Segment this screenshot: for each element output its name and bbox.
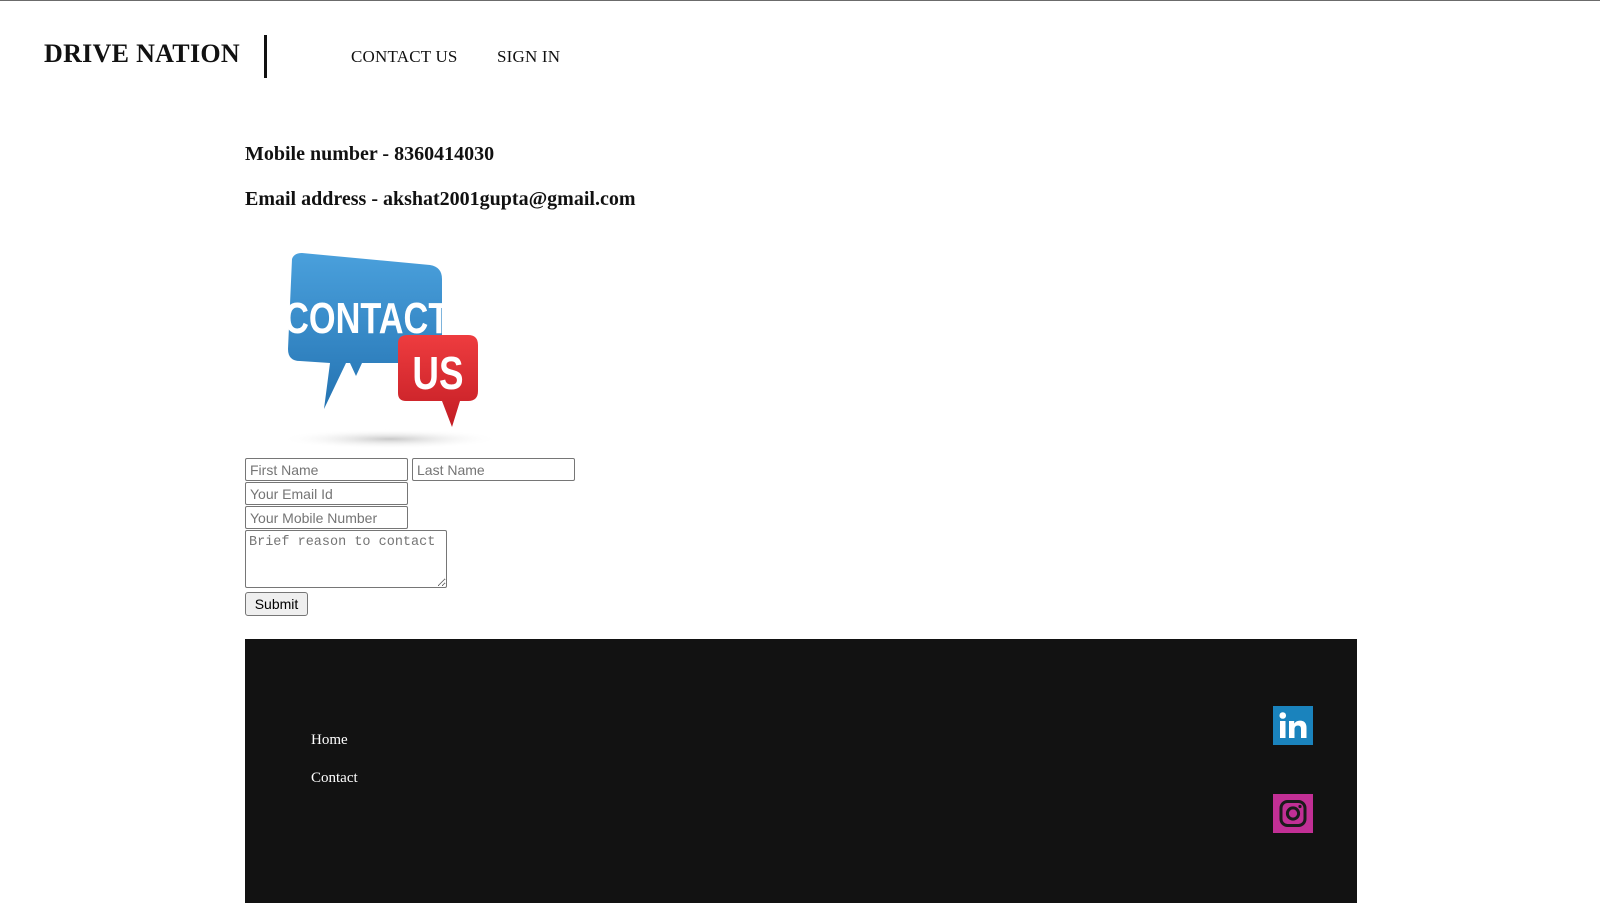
- email-address-text: Email address - akshat2001gupta@gmail.co…: [245, 188, 636, 210]
- contact-us-illustration: CONTACT US: [280, 253, 500, 449]
- email-input[interactable]: [245, 482, 408, 505]
- nav-sign-in[interactable]: SIGN IN: [497, 47, 560, 67]
- brand-divider: [264, 35, 267, 78]
- mobile-number-input[interactable]: [245, 506, 408, 529]
- reason-textarea[interactable]: [245, 530, 447, 588]
- last-name-input[interactable]: [412, 458, 575, 481]
- footer-link-contact[interactable]: Contact: [311, 770, 358, 787]
- first-name-input[interactable]: [245, 458, 408, 481]
- illustration-word-us: US: [412, 347, 463, 399]
- mobile-number-text: Mobile number - 8360414030: [245, 143, 495, 165]
- page: DRIVE NATION CONTACT US SIGN IN Mobile n…: [0, 0, 1600, 913]
- linkedin-icon[interactable]: [1273, 706, 1313, 745]
- footer: Home Contact: [245, 639, 1357, 903]
- footer-link-home[interactable]: Home: [311, 732, 348, 749]
- brand-logo[interactable]: DRIVE NATION: [44, 39, 240, 69]
- instagram-icon[interactable]: [1273, 794, 1313, 833]
- nav-contact-us[interactable]: CONTACT US: [351, 47, 458, 67]
- illustration-shadow: [280, 429, 500, 449]
- red-speech-bubble: US: [398, 335, 478, 427]
- submit-button[interactable]: Submit: [245, 592, 308, 616]
